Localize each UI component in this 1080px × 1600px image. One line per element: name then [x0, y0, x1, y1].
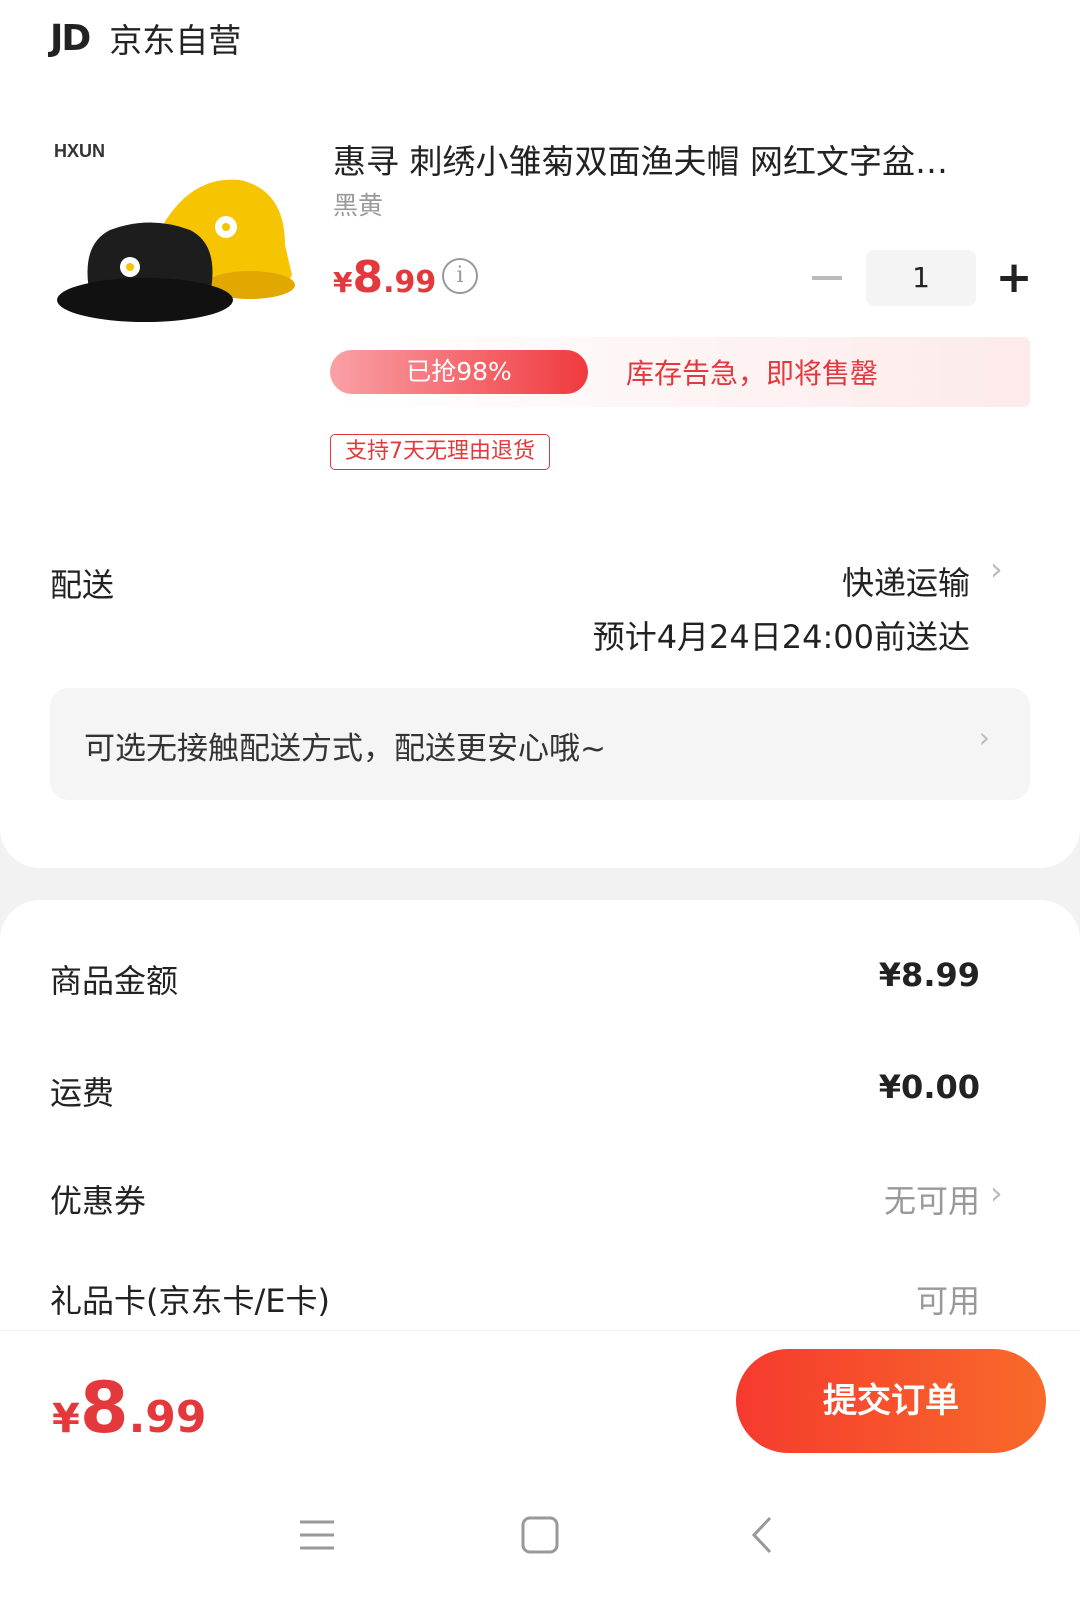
shipping-fee-row: 运费 ¥0.00: [50, 1068, 980, 1114]
chevron-right-icon: ›: [978, 721, 990, 754]
shipping-fee-label: 运费: [50, 1074, 115, 1112]
gift-card-value: 可用: [915, 1282, 980, 1320]
chevron-right-icon[interactable]: ›: [990, 1174, 1003, 1212]
quantity-increase-button[interactable]: +: [994, 256, 1034, 300]
gift-card-row[interactable]: 礼品卡(京东卡/E卡) 可用: [50, 1276, 980, 1322]
total-currency: ¥: [52, 1396, 80, 1442]
return-policy-tag: 支持7天无理由退货: [330, 434, 550, 470]
checkout-bar: ¥ 8 .99 提交订单: [0, 1330, 1080, 1470]
quantity-input[interactable]: 1: [866, 250, 976, 306]
total-integer: 8: [79, 1367, 129, 1449]
system-nav-bar: [0, 1470, 1080, 1599]
price-integer: 8: [352, 252, 384, 303]
coupon-row[interactable]: 优惠券 无可用: [50, 1176, 980, 1222]
no-contact-delivery-option[interactable]: 可选无接触配送方式，配送更安心哦~ ›: [50, 688, 1030, 800]
coupon-value: 无可用: [883, 1182, 980, 1220]
no-contact-tip: 可选无接触配送方式，配送更安心哦~: [84, 731, 606, 767]
delivery-method[interactable]: 快递运输: [842, 558, 970, 604]
goods-amount-row: 商品金额 ¥8.99: [50, 956, 980, 1002]
stock-warning: 库存告急，即将售罄: [626, 357, 879, 390]
shop-header: JD 京东自营: [50, 14, 241, 62]
product-title[interactable]: 惠寻 刺绣小雏菊双面渔夫帽 网红文字盆…: [333, 135, 1033, 183]
quantity-decrease-button[interactable]: [812, 276, 842, 280]
menu-icon[interactable]: [292, 1510, 342, 1560]
bucket-hat-image: HXUN: [54, 141, 295, 322]
order-product-card: JD 京东自营 HXUN 惠寻 刺绣小雏菊双面渔夫帽 网红文字盆… 黑黄 ¥ 8…: [0, 0, 1080, 868]
sold-progress-badge: 已抢98%: [330, 350, 588, 394]
product-price: ¥ 8 .99: [333, 252, 436, 303]
coupon-label: 优惠券: [50, 1182, 147, 1220]
goods-amount-value: ¥8.99: [878, 956, 980, 994]
home-icon[interactable]: [515, 1510, 565, 1560]
product-variant: 黑黄: [333, 191, 384, 220]
jd-logo: JD: [50, 17, 91, 59]
goods-amount-label: 商品金额: [50, 962, 179, 1000]
gift-card-label: 礼品卡(京东卡/E卡): [50, 1282, 330, 1320]
delivery-eta: 预计4月24日24:00前送达: [592, 618, 970, 656]
delivery-label: 配送: [50, 566, 115, 604]
price-currency: ¥: [333, 266, 353, 299]
total-decimal: .99: [128, 1392, 207, 1443]
shop-name[interactable]: 京东自营: [109, 14, 241, 62]
submit-order-button[interactable]: 提交订单: [736, 1349, 1046, 1453]
back-icon[interactable]: [738, 1510, 788, 1560]
info-icon[interactable]: i: [442, 258, 478, 294]
shipping-fee-value: ¥0.00: [878, 1068, 980, 1106]
chevron-right-icon[interactable]: ›: [990, 550, 1003, 588]
product-thumbnail[interactable]: HXUN: [50, 135, 300, 335]
total-price: ¥ 8 .99: [52, 1367, 207, 1449]
price-decimal: .99: [383, 265, 437, 300]
